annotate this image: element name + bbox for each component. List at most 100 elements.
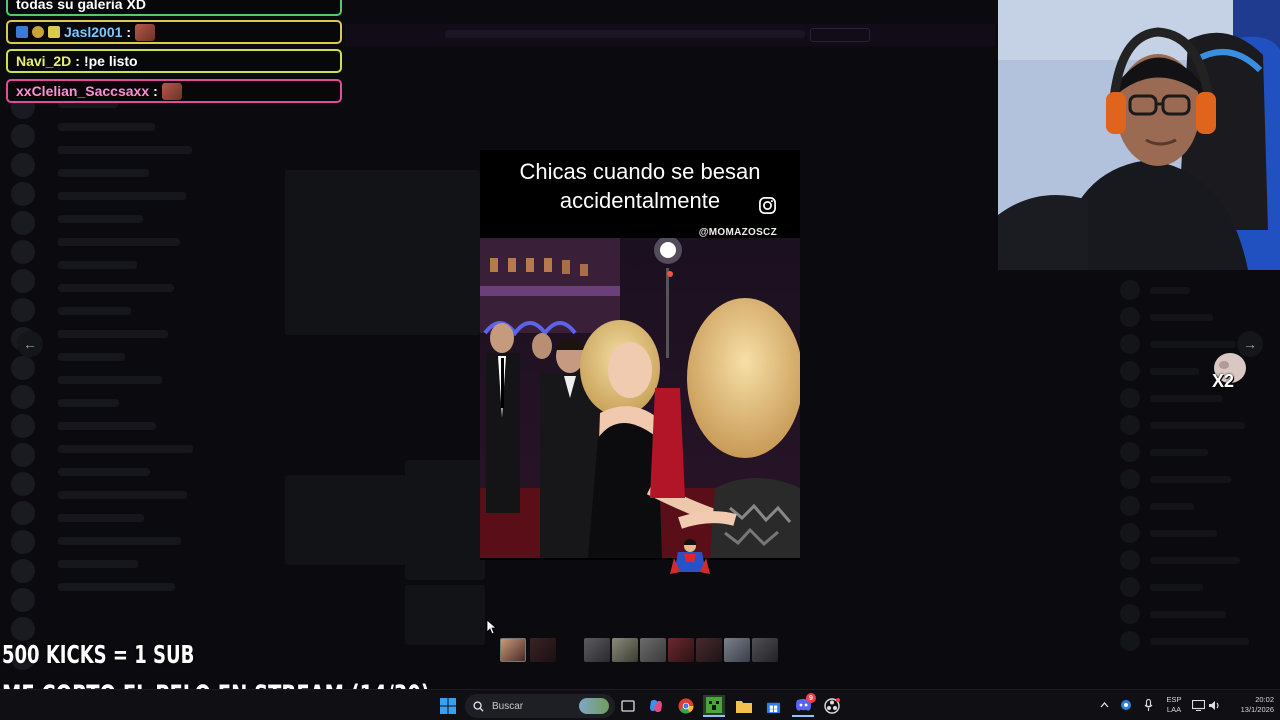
volume-button[interactable] [1205, 695, 1223, 715]
server-icon[interactable] [11, 356, 35, 380]
member-avatar[interactable] [1120, 550, 1140, 570]
store-button[interactable] [762, 695, 784, 717]
obs-button[interactable] [821, 695, 843, 717]
arrow-left-icon: ← [23, 336, 37, 352]
member-name [1150, 395, 1222, 402]
member-avatar[interactable] [1120, 577, 1140, 597]
server-icon[interactable] [11, 269, 35, 293]
chat-separator: : [126, 24, 132, 40]
banner-text-placeholder [445, 30, 805, 38]
channel-item[interactable] [58, 353, 125, 361]
member-avatar[interactable] [1120, 604, 1140, 624]
thumbnail-item[interactable] [752, 638, 778, 662]
member-name [1150, 557, 1240, 564]
channel-item[interactable] [58, 215, 143, 223]
keyboard-layout: LAA [1166, 705, 1182, 714]
member-name [1150, 611, 1226, 618]
server-icon[interactable] [11, 124, 35, 148]
member-avatar[interactable] [1120, 280, 1140, 300]
channel-item[interactable] [58, 468, 150, 476]
member-name [1150, 422, 1245, 429]
thumbnail-item[interactable] [696, 638, 722, 662]
server-icon[interactable] [11, 414, 35, 438]
taskbar-search-box[interactable]: Buscar [465, 694, 615, 718]
copilot-button[interactable] [645, 695, 667, 717]
channel-item[interactable] [58, 284, 174, 292]
channel-item[interactable] [58, 169, 149, 177]
watermark-handle: @MOMAZOSCZ [698, 227, 777, 238]
server-icon[interactable] [11, 588, 35, 612]
server-icon[interactable] [11, 153, 35, 177]
server-icon[interactable] [11, 443, 35, 467]
tray-app-button[interactable] [1117, 695, 1135, 715]
banner-button[interactable] [810, 28, 870, 42]
mouse-cursor-icon [486, 619, 496, 635]
server-icon[interactable] [11, 385, 35, 409]
server-icon[interactable] [11, 472, 35, 496]
microphone-button[interactable] [1139, 695, 1157, 715]
media-viewer[interactable]: Chicas cuando se besan accidentalmente @… [480, 150, 800, 560]
server-icon[interactable] [11, 559, 35, 583]
member-avatar[interactable] [1120, 469, 1140, 489]
thumbnail-item[interactable] [500, 638, 526, 662]
member-avatar[interactable] [1120, 496, 1140, 516]
channel-item[interactable] [58, 146, 192, 154]
member-avatar[interactable] [1120, 631, 1140, 651]
channel-item[interactable] [58, 123, 155, 131]
member-avatar[interactable] [1120, 361, 1140, 381]
member-avatar[interactable] [1120, 334, 1140, 354]
image-caption: Chicas cuando se besan accidentalmente [480, 157, 800, 215]
member-avatar[interactable] [1120, 307, 1140, 327]
tray-overflow-button[interactable] [1095, 695, 1113, 715]
channel-item[interactable] [58, 192, 186, 200]
channel-item[interactable] [58, 261, 137, 269]
server-icon[interactable] [11, 211, 35, 235]
start-button[interactable] [437, 695, 459, 717]
chat-username: Jasl2001 [64, 24, 123, 40]
server-icon[interactable] [11, 182, 35, 206]
channel-item[interactable] [58, 376, 162, 384]
thumbnail-item[interactable] [584, 638, 610, 662]
discord-button[interactable]: 9 [792, 693, 816, 717]
member-avatar[interactable] [1120, 415, 1140, 435]
windows-taskbar: Buscar 9 ESP LAA 20:02 13/1/2026 [0, 689, 1280, 720]
member-avatar[interactable] [1120, 523, 1140, 543]
clock-time: 20:02 [1255, 695, 1274, 704]
channel-item[interactable] [58, 514, 144, 522]
member-avatar[interactable] [1120, 388, 1140, 408]
channel-item[interactable] [58, 238, 180, 246]
file-explorer-button[interactable] [733, 695, 755, 717]
language-indicator[interactable]: ESP LAA [1163, 695, 1185, 715]
member-name [1150, 476, 1231, 483]
server-icon[interactable] [11, 617, 35, 641]
minecraft-button[interactable] [703, 695, 725, 717]
channel-item[interactable] [58, 445, 193, 453]
member-name [1150, 503, 1194, 510]
task-view-button[interactable] [617, 695, 639, 717]
channel-item[interactable] [58, 560, 138, 568]
server-icon[interactable] [11, 501, 35, 525]
thumbnail-item[interactable] [640, 638, 666, 662]
channel-item[interactable] [58, 422, 156, 430]
thumbnail-item[interactable] [612, 638, 638, 662]
member-name [1150, 341, 1236, 348]
webcam-image [998, 0, 1280, 270]
server-icon[interactable] [11, 530, 35, 554]
server-icon[interactable] [11, 240, 35, 264]
channel-item[interactable] [58, 537, 181, 545]
channel-item[interactable] [58, 491, 187, 499]
thumbnail-item[interactable] [724, 638, 750, 662]
channel-item[interactable] [58, 583, 175, 591]
chrome-button[interactable] [675, 695, 697, 717]
thumbnail-item[interactable] [668, 638, 694, 662]
channel-item[interactable] [58, 399, 119, 407]
system-clock[interactable]: 20:02 13/1/2026 [1226, 695, 1274, 715]
member-avatar[interactable] [1120, 442, 1140, 462]
instagram-icon [759, 197, 776, 214]
channel-item[interactable] [58, 330, 168, 338]
channel-item[interactable] [58, 307, 131, 315]
server-icon[interactable] [11, 298, 35, 322]
emote-icon [161, 82, 182, 100]
previous-image-button[interactable]: ← [17, 331, 43, 357]
thumbnail-item[interactable] [530, 638, 556, 662]
